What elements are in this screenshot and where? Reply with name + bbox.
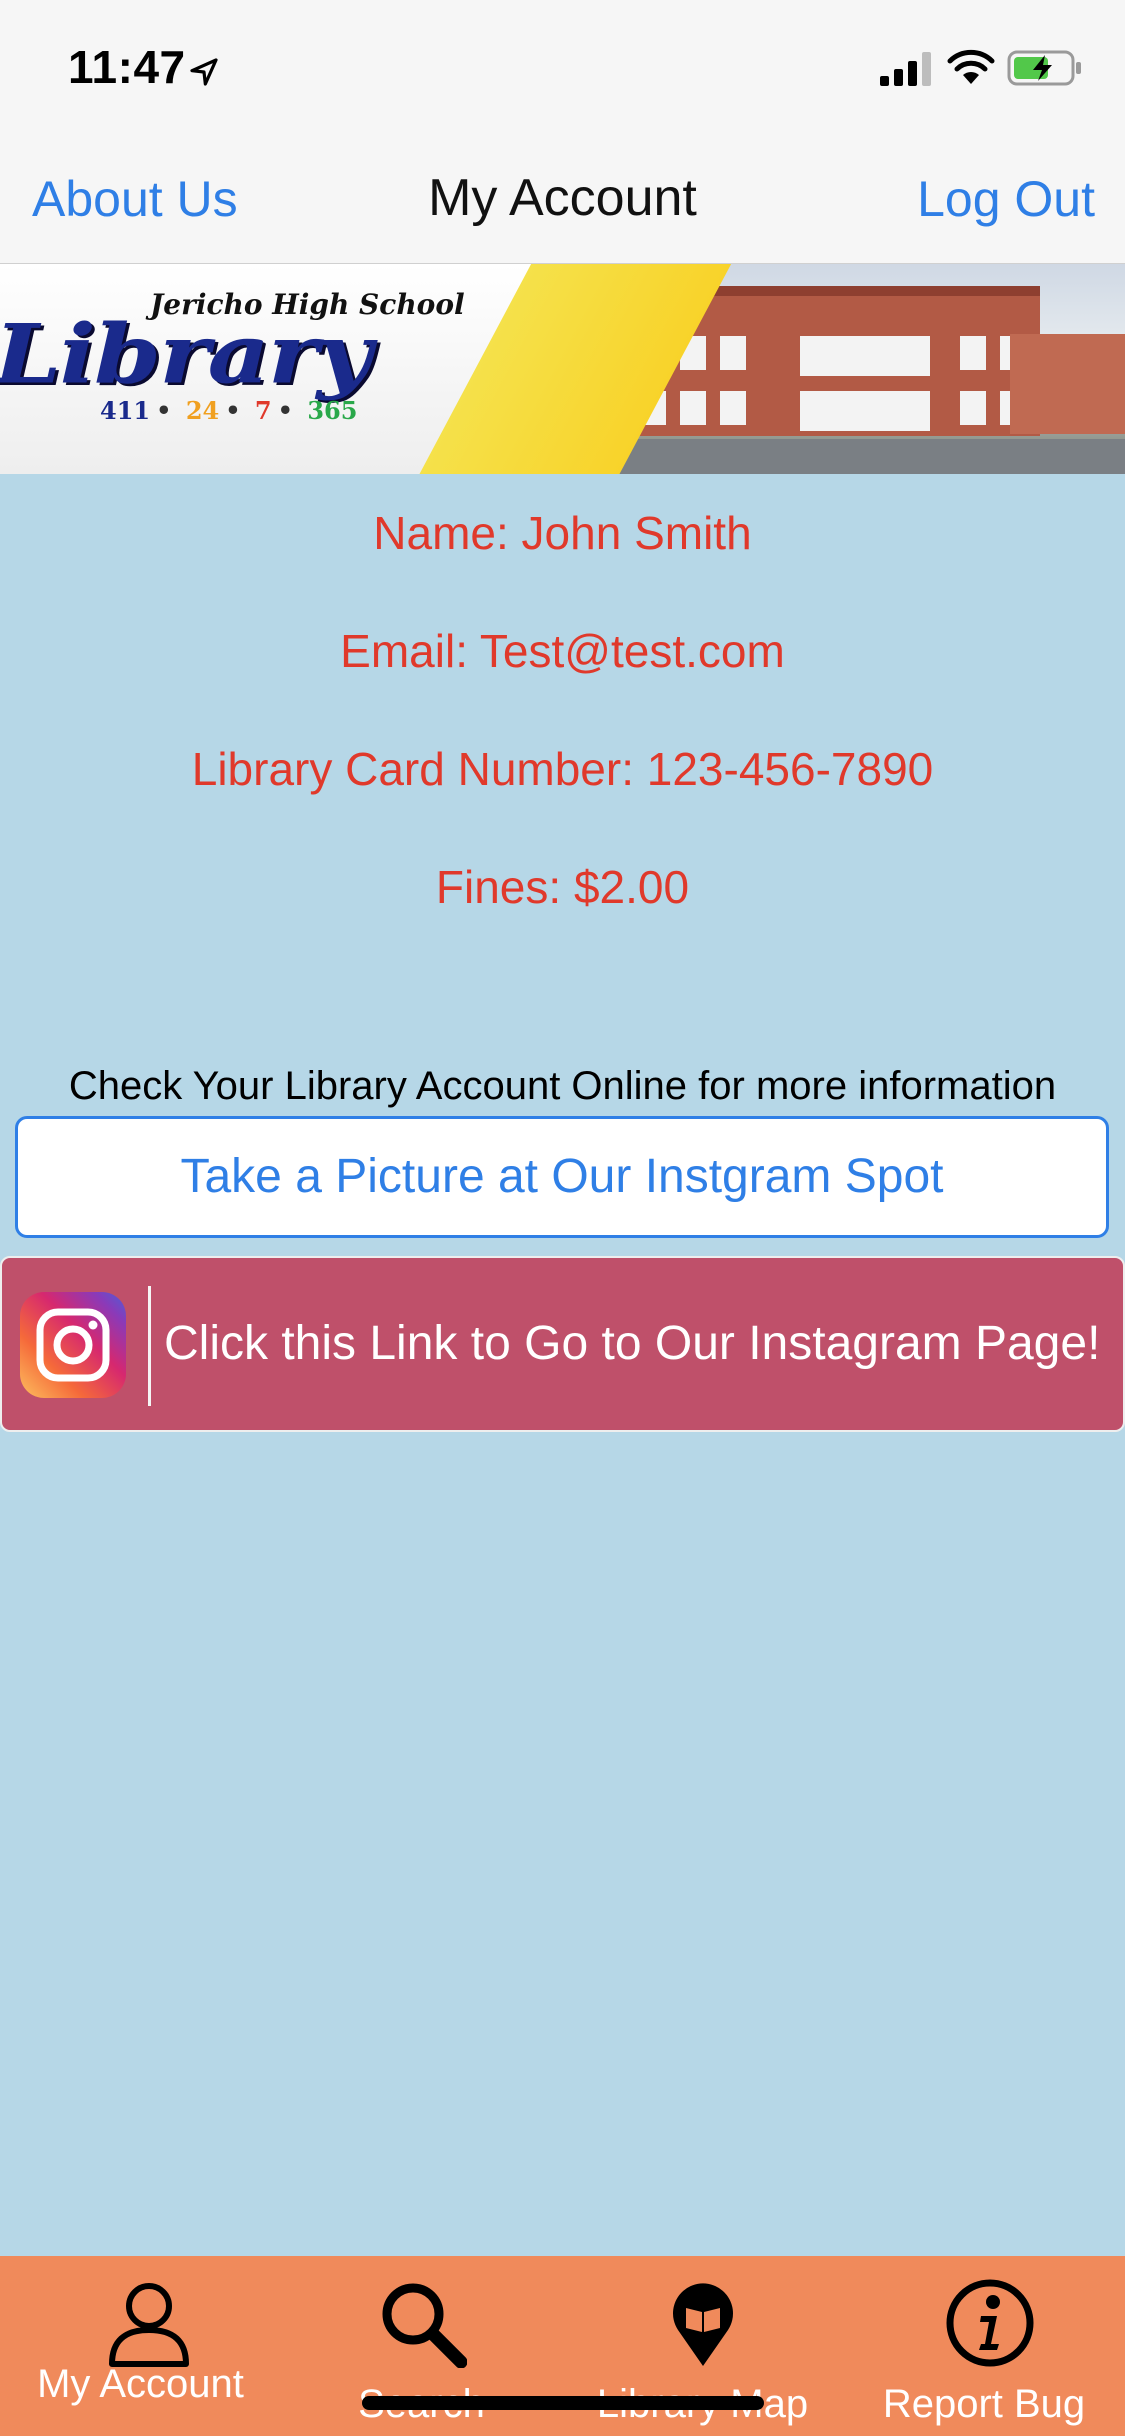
instagram-link-button[interactable]: Click this Link to Go to Our Instagram P… xyxy=(0,1256,1125,1432)
tagline-part: 7 xyxy=(254,396,272,425)
battery-charging-icon xyxy=(1007,50,1081,86)
instagram-link-label: Click this Link to Go to Our Instagram P… xyxy=(164,1317,1101,1370)
home-indicator[interactable] xyxy=(362,2396,764,2410)
account-fines: Fines: $2.00 xyxy=(435,861,690,913)
tagline-part: 411 xyxy=(100,396,151,425)
library-card-number: Library Card Number: 123-456-7890 xyxy=(191,743,934,795)
cellular-signal-icon xyxy=(880,52,931,86)
info-icon xyxy=(946,2279,1034,2367)
map-pin-book-icon xyxy=(673,2283,733,2366)
person-icon xyxy=(109,2283,189,2367)
top-bar: 11:47 About Us My Account Log Out xyxy=(0,0,1125,264)
screen: 11:47 About Us My Account Log Out Jerich… xyxy=(0,0,1125,2436)
account-email: Email: Test@test.com xyxy=(340,625,785,677)
tagline-part: 365 xyxy=(307,396,358,425)
tagline-part: 24 xyxy=(185,396,220,425)
tab-label: My Account xyxy=(37,2362,244,2406)
divider xyxy=(148,1286,151,1406)
tab-report-bug[interactable]: Report Bug xyxy=(843,2256,1125,2436)
library-banner: Jericho High School Library 411 • 24 • 7 • … xyxy=(0,264,1125,474)
instagram-spot-button[interactable]: Take a Picture at Our Instgram Spot xyxy=(15,1116,1109,1238)
about-us-button[interactable]: About Us xyxy=(32,170,238,228)
location-arrow-icon xyxy=(190,58,218,86)
online-account-note: Check Your Library Account Online for mo… xyxy=(68,1064,1057,1108)
instagram-icon xyxy=(20,1292,126,1398)
wifi-icon xyxy=(947,49,995,84)
tab-my-account[interactable]: My Account xyxy=(0,2256,281,2436)
account-name: Name: John Smith xyxy=(373,507,752,559)
banner-tagline: 411 • 24 • 7 • 365 xyxy=(100,396,358,425)
magnifier-icon xyxy=(382,2283,467,2368)
status-time: 11:47 xyxy=(68,41,186,93)
log-out-button[interactable]: Log Out xyxy=(917,170,1095,228)
banner-library-word: Library xyxy=(0,306,372,403)
tab-label: Report Bug xyxy=(882,2382,1086,2426)
